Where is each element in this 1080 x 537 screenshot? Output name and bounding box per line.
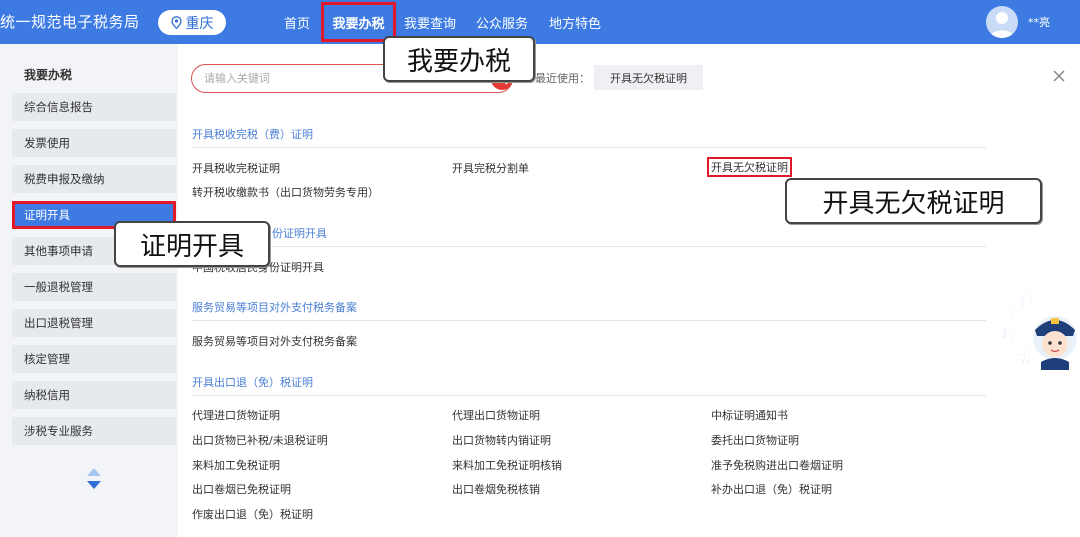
recent-used-chip[interactable]: 开具无欠税证明	[594, 65, 703, 90]
city-name: 重庆	[185, 15, 214, 32]
location-pin-icon	[170, 16, 182, 29]
link-tax-payment-cert[interactable]: 开具税收完税证明	[192, 160, 280, 176]
link-export-supplement-tax[interactable]: 出口货物已补税/未退税证明	[192, 432, 328, 448]
link-agent-import-cert[interactable]: 代理进口货物证明	[192, 407, 280, 423]
link-reissue-refund-cert[interactable]: 补办出口退（免）税证明	[711, 481, 832, 497]
link-export-domestic-sale[interactable]: 出口货物转内销证明	[452, 432, 551, 448]
section-title-residency-cert: 份证明开具	[272, 227, 327, 240]
sidebar-item-export-refund[interactable]: 出口退税管理	[12, 309, 176, 337]
section-divider	[192, 147, 986, 148]
sidebar-item-assessment[interactable]: 核定管理	[12, 345, 176, 373]
scroll-arrows-icon[interactable]	[86, 468, 102, 490]
link-processing-exempt[interactable]: 来料加工免税证明	[192, 457, 280, 473]
site-title: 统一规范电子税务局	[0, 13, 140, 31]
link-transfer-payment-book[interactable]: 转开税收缴款书（出口货物劳务专用）	[192, 184, 379, 200]
sidebar-item-info-report[interactable]: 综合信息报告	[12, 93, 176, 121]
link-processing-exempt-writeoff[interactable]: 来料加工免税证明核销	[452, 457, 562, 473]
link-no-arrears-cert[interactable]: 开具无欠税证明	[707, 157, 792, 177]
section-divider	[192, 246, 986, 247]
link-void-refund-cert[interactable]: 作废出口退（免）税证明	[192, 506, 313, 522]
sidebar-item-invoice[interactable]: 发票使用	[12, 129, 176, 157]
city-selector[interactable]: 重庆	[158, 10, 226, 35]
recent-used-label: 最近使用：	[535, 72, 590, 85]
link-cigarette-exempt-cert[interactable]: 出口卷烟已免税证明	[192, 481, 291, 497]
sidebar-item-credit[interactable]: 纳税信用	[12, 381, 176, 409]
mascot-icon: 征 纳 互 动	[999, 289, 1077, 370]
link-agent-export-cert[interactable]: 代理出口货物证明	[452, 407, 540, 423]
nav-home[interactable]: 首页	[275, 0, 319, 44]
callout-tax-handling: 我要办税	[383, 36, 535, 82]
mascot-char: 纳	[1001, 303, 1019, 325]
user-icon	[990, 12, 1014, 38]
mascot-char: 动	[1013, 346, 1031, 367]
section-divider	[192, 395, 986, 396]
sidebar-item-general-refund[interactable]: 一般退税管理	[12, 273, 176, 301]
callout-no-arrears: 开具无欠税证明	[785, 178, 1042, 224]
sidebar: 我要办税 综合信息报告 发票使用 税费申报及缴纳 证明开具 其他事项申请 一般退…	[0, 44, 178, 537]
user-name[interactable]: **亮	[1028, 14, 1050, 30]
close-icon[interactable]	[1051, 68, 1067, 84]
section-divider	[192, 320, 986, 321]
mascot-char: 征	[1019, 290, 1037, 311]
nav-local-features[interactable]: 地方特色	[542, 0, 608, 44]
link-cigarette-purchase-cert[interactable]: 准予免税购进出口卷烟证明	[711, 457, 843, 473]
link-split-receipt[interactable]: 开具完税分割单	[452, 160, 529, 176]
link-cigarette-exempt-writeoff[interactable]: 出口卷烟免税核销	[452, 481, 540, 497]
tax-interaction-mascot[interactable]: 征 纳 互 动	[997, 289, 1080, 370]
sidebar-item-professional[interactable]: 涉税专业服务	[12, 417, 176, 445]
user-avatar[interactable]	[986, 6, 1018, 38]
mascot-char: 互	[999, 326, 1017, 347]
sidebar-title: 我要办税	[24, 68, 73, 82]
top-header: 统一规范电子税务局 重庆 首页 我要办税 我要查询 公众服务 地方特色 **亮	[0, 0, 1080, 44]
sidebar-item-declaration[interactable]: 税费申报及缴纳	[12, 165, 176, 193]
link-entrusted-export[interactable]: 委托出口货物证明	[711, 432, 799, 448]
link-bid-winning-notice[interactable]: 中标证明通知书	[711, 407, 788, 423]
link-service-trade-filing[interactable]: 服务贸易等项目对外支付税务备案	[192, 333, 357, 349]
section-title-service-trade: 服务贸易等项目对外支付税务备案	[192, 301, 357, 314]
section-title-export-refund-cert: 开具出口退（免）税证明	[192, 376, 313, 389]
callout-certificate: 证明开具	[114, 221, 270, 267]
section-title-tax-payment-cert: 开具税收完税（费）证明	[192, 128, 313, 141]
